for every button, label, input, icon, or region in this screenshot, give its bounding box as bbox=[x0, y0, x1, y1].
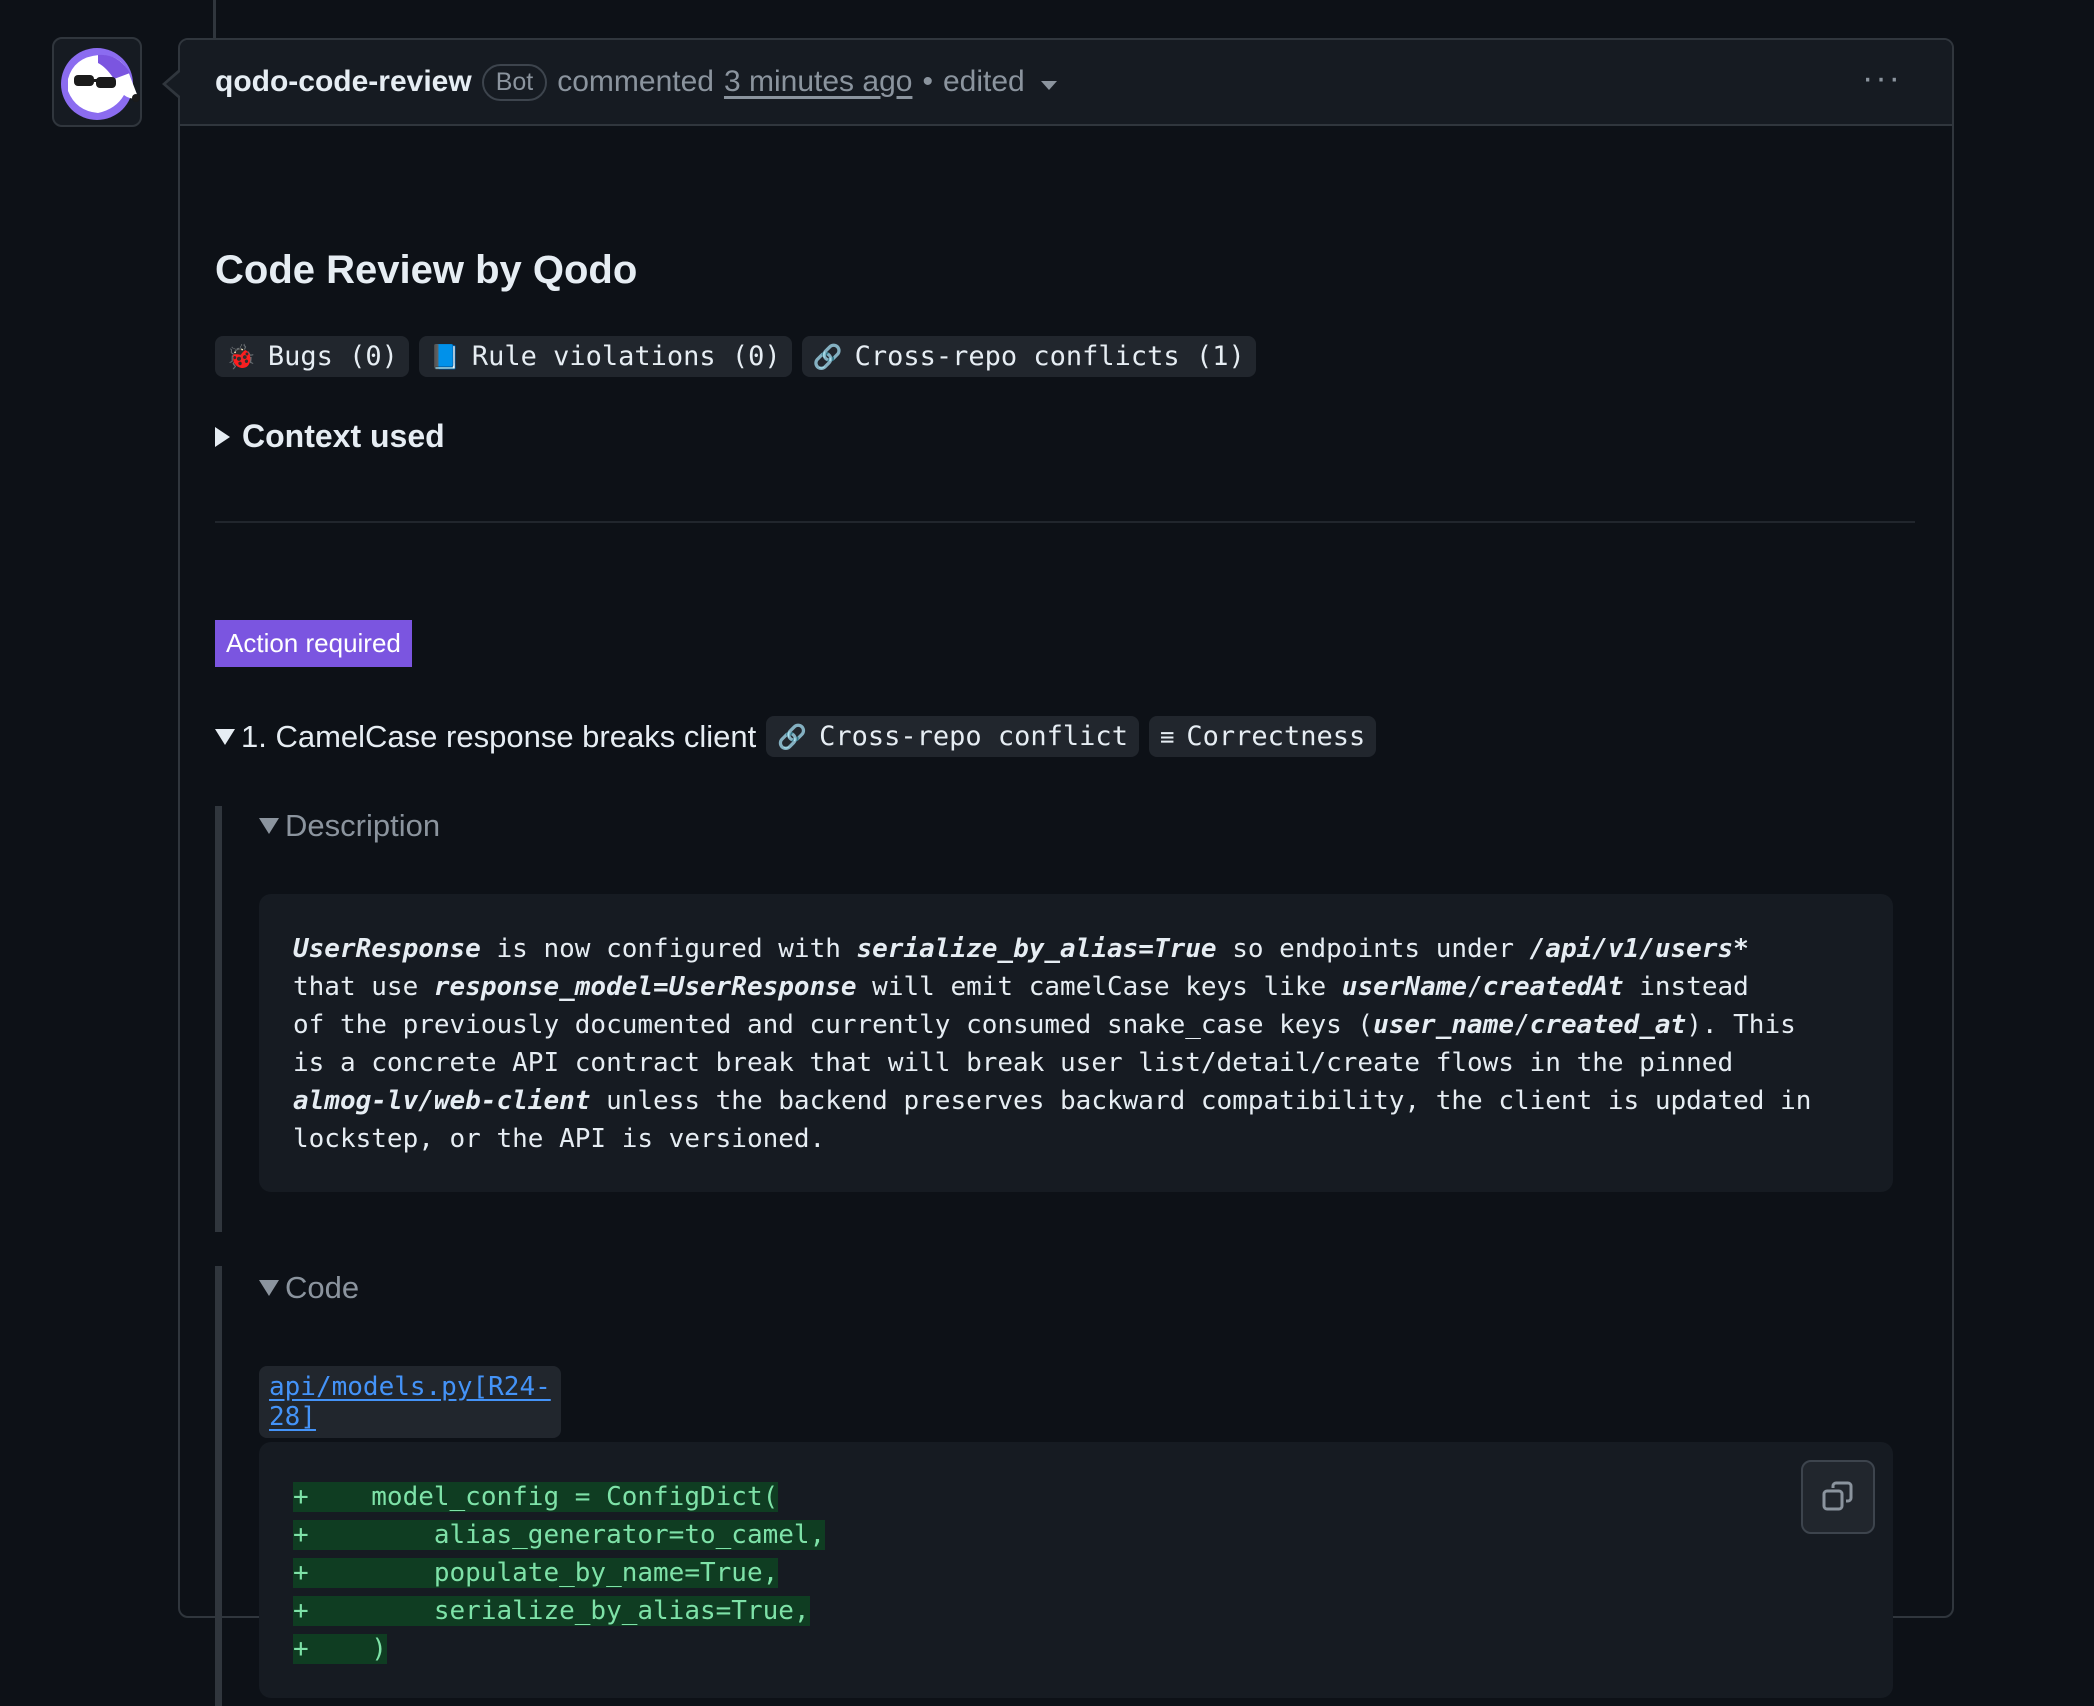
description-box: UserResponse is now configured with seri… bbox=[259, 894, 1893, 1192]
issue-toggle[interactable]: 1. CamelCase response breaks client 🔗 Cr… bbox=[215, 716, 1377, 757]
chip-label: Cross-repo conflicts (1) bbox=[854, 341, 1245, 372]
summary-chips: 🐞 Bugs (0) 📘 Rule violations (0) 🔗 Cross… bbox=[215, 336, 1256, 377]
text: so endpoints under bbox=[1216, 934, 1530, 964]
cross-repo-chip: 🔗 Cross-repo conflicts (1) bbox=[801, 336, 1256, 377]
code-text: + serialize_by_alias=True, bbox=[293, 1596, 810, 1626]
triangle-down-icon bbox=[215, 728, 235, 745]
separator-dot: • bbox=[922, 65, 933, 98]
chevron-down-icon bbox=[1040, 80, 1057, 90]
link-icon: 🔗 bbox=[777, 722, 808, 751]
timeline-line bbox=[213, 0, 216, 40]
comment-caret-inner bbox=[166, 72, 180, 96]
code-line: + ) bbox=[293, 1630, 1859, 1668]
code-ref: serialize_by_alias=True bbox=[856, 934, 1217, 964]
code-line: + populate_by_name=True, bbox=[293, 1554, 1859, 1592]
timestamp-link[interactable]: 3 minutes ago bbox=[724, 65, 912, 99]
edited-menu[interactable]: edited bbox=[943, 65, 1057, 99]
code-text: + ) bbox=[293, 1634, 387, 1664]
code-ref: user_name bbox=[1373, 1010, 1514, 1040]
text: lockstep, or the API is versioned. bbox=[293, 1124, 826, 1154]
context-label: Context used bbox=[242, 418, 445, 454]
chip-label: Bugs (0) bbox=[267, 341, 398, 372]
kebab-menu-icon[interactable]: ··· bbox=[1862, 61, 1902, 95]
comment-card: qodo-code-review Bot commented 3 minutes… bbox=[178, 38, 1954, 1706]
code-ref: /api/v1/users* bbox=[1529, 934, 1749, 964]
text: ). This bbox=[1686, 1010, 1796, 1040]
chip-label: Rule violations (0) bbox=[471, 341, 781, 372]
tag-label: Correctness bbox=[1186, 721, 1366, 752]
action-required-badge: Action required bbox=[215, 620, 412, 667]
divider bbox=[215, 521, 1915, 523]
issue-title: 1. CamelCase response breaks client bbox=[241, 718, 757, 754]
code-ref: userName bbox=[1341, 972, 1468, 1002]
triangle-down-icon bbox=[259, 818, 279, 834]
review-title: Code Review by Qodo bbox=[215, 248, 638, 292]
text: will emit camelCase keys like bbox=[856, 972, 1342, 1002]
code-ref: UserResponse bbox=[293, 934, 481, 964]
text: unless the backend preserves backward co… bbox=[590, 1086, 1812, 1116]
description-heading: Description bbox=[285, 808, 441, 843]
file-link[interactable]: api/models.py[R24-28] bbox=[259, 1366, 561, 1438]
code-line: + model_config = ConfigDict( bbox=[293, 1478, 1859, 1516]
author-link[interactable]: qodo-code-review bbox=[215, 65, 472, 99]
code-ref: createdAt bbox=[1482, 972, 1624, 1002]
triangle-right-icon bbox=[215, 426, 230, 447]
description-toggle[interactable]: Description bbox=[259, 808, 440, 844]
link-icon: 🔗 bbox=[812, 342, 843, 371]
context-used-toggle[interactable]: Context used bbox=[215, 418, 445, 455]
text: that use bbox=[293, 972, 434, 1002]
comment-header: qodo-code-review Bot commented 3 minutes… bbox=[180, 40, 1952, 126]
text: / bbox=[1467, 972, 1483, 1002]
code-heading: Code bbox=[285, 1270, 360, 1305]
correctness-tag: ≡ Correctness bbox=[1148, 716, 1377, 757]
code-toggle[interactable]: Code bbox=[259, 1270, 359, 1306]
qodo-anteater-icon bbox=[61, 48, 140, 120]
edited-label: edited bbox=[942, 65, 1025, 98]
code-ref: response_model=UserResponse bbox=[433, 972, 857, 1002]
cross-repo-conflict-tag: 🔗 Cross-repo conflict bbox=[766, 716, 1139, 757]
code-ref: created_at bbox=[1529, 1010, 1687, 1040]
rule-violations-chip: 📘 Rule violations (0) bbox=[418, 336, 792, 377]
text: of the previously documented and current… bbox=[293, 1010, 1374, 1040]
text: is a concrete API contract break that wi… bbox=[293, 1048, 1734, 1078]
copy-icon bbox=[1822, 1481, 1853, 1511]
code-section: Code api/models.py[R24-28] + model_confi… bbox=[215, 1266, 1893, 1706]
bot-badge: Bot bbox=[481, 63, 548, 101]
code-block: + model_config = ConfigDict( + alias_gen… bbox=[259, 1442, 1893, 1698]
ladybug-icon: 🐞 bbox=[226, 342, 256, 371]
code-text: + model_config = ConfigDict( bbox=[293, 1482, 779, 1512]
text: is now configured with bbox=[480, 934, 857, 964]
avatar[interactable] bbox=[52, 37, 142, 127]
code-text: + populate_by_name=True, bbox=[293, 1558, 779, 1588]
triangle-down-icon bbox=[259, 1280, 279, 1296]
tag-label: Cross-repo conflict bbox=[819, 721, 1128, 752]
book-icon: 📘 bbox=[429, 342, 460, 371]
code-line: + serialize_by_alias=True, bbox=[293, 1592, 1859, 1630]
description-text: UserResponse is now configured with seri… bbox=[293, 930, 1859, 1158]
bugs-chip: 🐞 Bugs (0) bbox=[215, 336, 409, 377]
text: / bbox=[1513, 1010, 1530, 1040]
list-icon: ≡ bbox=[1159, 722, 1175, 751]
comment-action: commented bbox=[557, 65, 714, 98]
description-section: Description UserResponse is now configur… bbox=[215, 806, 1893, 1232]
copy-button[interactable] bbox=[1801, 1460, 1875, 1534]
text: instead bbox=[1623, 972, 1749, 1002]
code-line: + alias_generator=to_camel, bbox=[293, 1516, 1859, 1554]
code-ref: almog-lv/web-client bbox=[293, 1086, 591, 1116]
code-text: + alias_generator=to_camel, bbox=[293, 1520, 826, 1550]
